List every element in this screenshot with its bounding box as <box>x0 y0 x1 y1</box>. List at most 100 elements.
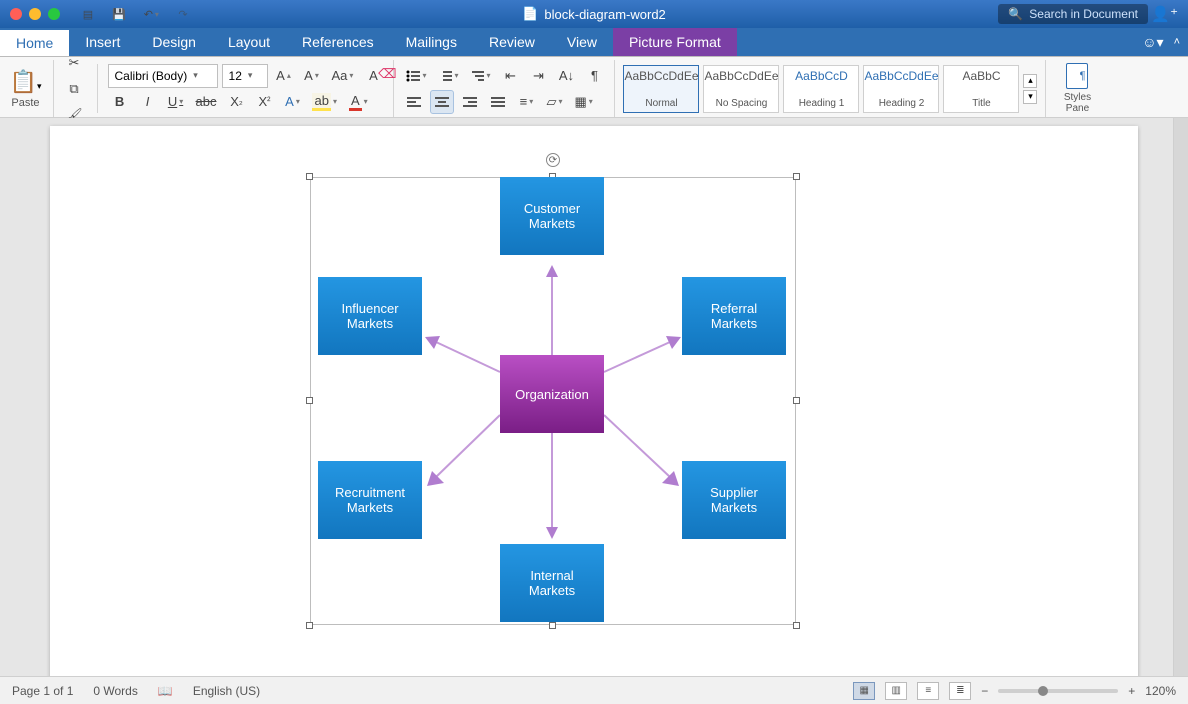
increase-indent-icon[interactable]: ⇥ <box>526 64 550 88</box>
feedback-icon[interactable]: ☺▾ <box>1142 34 1163 51</box>
search-icon: 🔍 <box>1008 7 1023 21</box>
font-color-icon[interactable]: A▾ <box>345 90 372 114</box>
selected-picture[interactable]: ⟳ <box>310 177 796 625</box>
styles-scroll-down[interactable]: ▾ <box>1023 90 1037 104</box>
diagram-node-recruitment: RecruitmentMarkets <box>318 461 422 539</box>
diagram-node-customer: CustomerMarkets <box>500 177 604 255</box>
styles-pane-label: Styles Pane <box>1054 92 1100 114</box>
change-case-icon[interactable]: Aa▾ <box>328 64 358 88</box>
quick-new-icon[interactable]: ▤ <box>78 4 98 24</box>
tab-review[interactable]: Review <box>473 28 551 56</box>
show-marks-icon[interactable]: ¶ <box>582 64 606 88</box>
view-draft[interactable]: ≣ <box>949 682 971 700</box>
align-center-icon[interactable] <box>430 90 454 114</box>
tab-picture-format[interactable]: Picture Format <box>613 28 737 56</box>
diagram-node-internal: InternalMarkets <box>500 544 604 622</box>
line-spacing-icon[interactable]: ≡▾ <box>514 90 538 114</box>
ribbon: 📋▾ Paste ✂ ⧉ 🖌 Calibri (Body)▾ 12▾ A▴ A▾… <box>0 56 1188 118</box>
style-tile-heading-2[interactable]: AaBbCcDdEeHeading 2 <box>863 65 939 113</box>
diagram-node-supplier: SupplierMarkets <box>682 461 786 539</box>
quick-save-icon[interactable]: 💾 <box>108 4 130 24</box>
zoom-out-button[interactable]: − <box>981 684 988 698</box>
spellcheck-icon[interactable]: 📖 <box>158 684 173 698</box>
search-in-document[interactable]: 🔍 Search in Document <box>998 4 1148 24</box>
decrease-indent-icon[interactable]: ⇤ <box>498 64 522 88</box>
subscript-button[interactable]: X₂ <box>224 90 248 114</box>
clear-formatting-icon[interactable]: A⌫ <box>361 64 385 88</box>
diagram-center-node: Organization <box>500 355 604 433</box>
styles-scroll-up[interactable]: ▴ <box>1023 74 1037 88</box>
borders-icon[interactable]: ▦▾ <box>570 90 596 114</box>
paragraph-group: ▾ ▾ ▾ ⇤ ⇥ A↓ ¶ ≡▾ ▱▾ ▦▾ <box>402 60 615 117</box>
tab-layout[interactable]: Layout <box>212 28 286 56</box>
diagram-nodes: Organization CustomerMarkets ReferralMark… <box>310 177 796 625</box>
view-web-layout[interactable]: ▥ <box>885 682 907 700</box>
style-tile-normal[interactable]: AaBbCcDdEeNormal <box>623 65 699 113</box>
justify-icon[interactable] <box>486 90 510 114</box>
diagram-node-referral: ReferralMarkets <box>682 277 786 355</box>
copy-icon[interactable]: ⧉ <box>62 77 86 101</box>
close-window-button[interactable] <box>10 8 22 20</box>
bold-button[interactable]: B <box>108 90 132 114</box>
zoom-value[interactable]: 120% <box>1145 684 1176 698</box>
tab-mailings[interactable]: Mailings <box>390 28 473 56</box>
clipboard-tools: ✂ ⧉ 🖌 <box>62 60 87 117</box>
style-tile-title[interactable]: AaBbCTitle <box>943 65 1019 113</box>
tab-insert[interactable]: Insert <box>69 28 136 56</box>
tab-design[interactable]: Design <box>136 28 212 56</box>
minimize-window-button[interactable] <box>29 8 41 20</box>
align-right-icon[interactable] <box>458 90 482 114</box>
font-size-select[interactable]: 12▾ <box>222 64 268 88</box>
share-button[interactable]: 👤⁺ <box>1151 5 1178 23</box>
document-icon: 📄 <box>522 6 538 22</box>
clipboard-group: 📋▾ Paste <box>6 60 54 117</box>
style-tile-no-spacing[interactable]: AaBbCcDdEeNo Spacing <box>703 65 779 113</box>
shrink-font-icon[interactable]: A▾ <box>300 64 324 88</box>
quick-redo-icon[interactable]: ↷ <box>173 4 193 24</box>
shading-icon[interactable]: ▱▾ <box>542 90 566 114</box>
align-left-icon[interactable] <box>402 90 426 114</box>
bullets-icon[interactable]: ▾ <box>402 64 430 88</box>
maximize-window-button[interactable] <box>48 8 60 20</box>
numbering-icon[interactable]: ▾ <box>434 64 462 88</box>
multilevel-list-icon[interactable]: ▾ <box>466 64 494 88</box>
font-group: Calibri (Body)▾ 12▾ A▴ A▾ Aa▾ A⌫ B I U▾ … <box>108 60 395 117</box>
word-count[interactable]: 0 Words <box>93 684 137 698</box>
search-placeholder: Search in Document <box>1029 7 1138 21</box>
view-print-layout[interactable]: ▦ <box>853 682 875 700</box>
view-outline[interactable]: ≡ <box>917 682 939 700</box>
superscript-button[interactable]: X² <box>252 90 276 114</box>
quick-undo-icon[interactable]: ↶ ▾ <box>140 4 163 24</box>
paste-label: Paste <box>11 97 39 109</box>
strikethrough-button[interactable]: abc <box>192 90 221 114</box>
font-family-select[interactable]: Calibri (Body)▾ <box>108 64 218 88</box>
zoom-in-button[interactable]: + <box>1128 684 1135 698</box>
status-bar: Page 1 of 1 0 Words 📖 English (US) ▦ ▥ ≡… <box>0 676 1188 704</box>
rotate-handle[interactable]: ⟳ <box>546 153 560 167</box>
window-controls <box>0 8 60 20</box>
tab-view[interactable]: View <box>551 28 613 56</box>
styles-pane-button[interactable]: ¶ Styles Pane <box>1054 60 1100 117</box>
collapse-ribbon-icon[interactable]: ˄ <box>1174 36 1180 48</box>
quick-access-toolbar: ▤ 💾 ↶ ▾ ↷ <box>78 4 193 24</box>
tab-home[interactable]: Home <box>0 28 69 56</box>
page-indicator[interactable]: Page 1 of 1 <box>12 684 73 698</box>
language-indicator[interactable]: English (US) <box>193 684 260 698</box>
page[interactable]: ⟳ <box>50 126 1138 676</box>
paste-icon[interactable]: 📋▾ <box>10 69 42 95</box>
diagram-node-influencer: InfluencerMarkets <box>318 277 422 355</box>
italic-button[interactable]: I <box>136 90 160 114</box>
vertical-scrollbar[interactable] <box>1173 118 1188 676</box>
zoom-slider[interactable] <box>998 689 1118 693</box>
sort-icon[interactable]: A↓ <box>554 64 578 88</box>
style-tile-heading-1[interactable]: AaBbCcDHeading 1 <box>783 65 859 113</box>
grow-font-icon[interactable]: A▴ <box>272 64 296 88</box>
document-title: 📄 block-diagram-word2 <box>522 6 666 22</box>
tab-references[interactable]: References <box>286 28 390 56</box>
styles-pane-icon: ¶ <box>1066 63 1088 89</box>
ribbon-tabs: Home Insert Design Layout References Mai… <box>0 28 1188 56</box>
document-area: ⟳ <box>0 118 1188 676</box>
text-effects-icon[interactable]: A▾ <box>280 90 304 114</box>
highlight-color-icon[interactable]: ab▾ <box>308 90 340 114</box>
underline-button[interactable]: U▾ <box>164 90 188 114</box>
